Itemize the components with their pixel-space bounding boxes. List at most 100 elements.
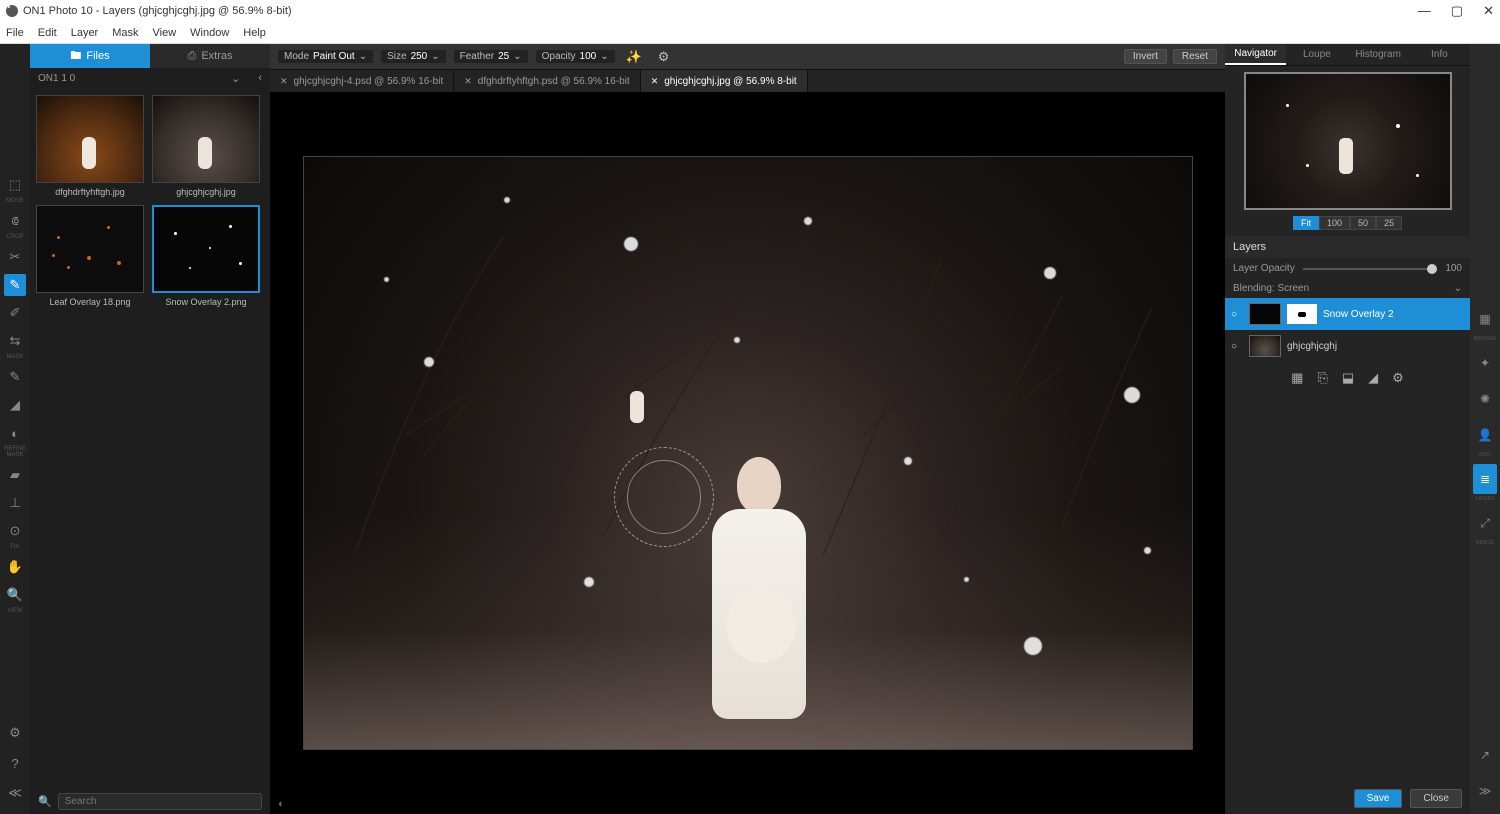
doc-tab-3[interactable]: ✕ghjcghjcghj.jpg @ 56.9% 8-bit [641, 70, 808, 92]
new-layer-icon[interactable]: ▦ [1291, 370, 1303, 386]
reset-button[interactable]: Reset [1173, 49, 1217, 64]
help-icon[interactable]: ? [4, 752, 26, 774]
loupe-tab[interactable]: Loupe [1286, 44, 1347, 65]
save-button[interactable]: Save [1354, 789, 1403, 808]
menu-layer[interactable]: Layer [71, 27, 99, 39]
refine-brush-icon[interactable]: ✎ [4, 366, 26, 388]
blur-tool-icon[interactable]: ◐ [4, 422, 26, 444]
collapse-right-icon[interactable]: ≫ [1473, 776, 1497, 806]
thumb-snow-overlay[interactable]: Snow Overlay 2.png [152, 205, 260, 307]
fill-layer-icon[interactable]: ◢ [1368, 370, 1378, 386]
doc-tab-1[interactable]: ✕ ghjcghjcghj-4.psd @ 56.9% 16-bit [270, 70, 454, 92]
navigator-panel: Fit 100 50 25 [1225, 66, 1470, 236]
breadcrumb: ON1 1 0 ⌄ ‹ [30, 68, 270, 89]
browse-module-icon[interactable]: ▦ [1473, 304, 1497, 334]
search-input[interactable] [58, 793, 262, 810]
close-tab-icon[interactable]: ✕ [651, 76, 659, 87]
thumbnail-label: ghjcghjcghj.jpg [176, 187, 236, 197]
opacity-selector[interactable]: Opacity 100 ⌄ [536, 50, 615, 63]
doc-tab-2[interactable]: ✕dfghdrftyhftgh.psd @ 56.9% 16-bit [454, 70, 640, 92]
layer-mask-thumbnail[interactable] [1287, 304, 1317, 324]
mode-selector[interactable]: Mode Paint Out ⌄ [278, 50, 373, 63]
window-titlebar: ON1 Photo 10 - Layers (ghjcghjcghj.jpg @… [0, 0, 1500, 22]
hand-tool-icon[interactable]: ✋ [4, 556, 26, 578]
thumb-ghjcghjcghj[interactable]: ghjcghjcghj.jpg [152, 95, 260, 197]
zoom-tool-icon[interactable]: 🔍 [4, 584, 26, 606]
close-tab-icon[interactable]: ✕ [464, 76, 472, 87]
adjust-tool-icon[interactable]: ⇆ [4, 330, 26, 352]
window-title: ON1 Photo 10 - Layers (ghjcghjcghj.jpg @… [23, 5, 292, 17]
zoom-25[interactable]: 25 [1376, 216, 1402, 230]
zoom-50[interactable]: 50 [1350, 216, 1376, 230]
feather-selector[interactable]: Feather 25 ⌄ [454, 50, 528, 63]
thumbnail-image [36, 205, 144, 293]
files-tab[interactable]: 🖿Files [30, 44, 150, 68]
scissors-tool-icon[interactable]: ✂ [4, 246, 26, 268]
visibility-eye-icon[interactable]: ○ [1231, 309, 1243, 320]
layer-base-image[interactable]: ○ ghjcghjcghj [1225, 330, 1470, 362]
subject-figure-art [699, 457, 819, 737]
doc-tab-label: ghjcghjcghj-4.psd @ 56.9% 16-bit [294, 76, 444, 87]
menu-mask[interactable]: Mask [112, 27, 138, 39]
move-tool-icon[interactable]: ⬚ [4, 174, 26, 196]
zoom-100[interactable]: 100 [1319, 216, 1350, 230]
layers-header: Layers [1225, 236, 1470, 258]
menu-view[interactable]: View [153, 27, 177, 39]
chevron-down-icon: ⌄ [1454, 283, 1462, 294]
maximize-button[interactable]: ▢ [1451, 3, 1463, 19]
merge-layer-icon[interactable]: ⬓ [1342, 370, 1354, 386]
folder-icon: 🖿 [70, 47, 81, 66]
menu-help[interactable]: Help [243, 27, 266, 39]
share-icon[interactable]: ↗ [1473, 740, 1497, 770]
gear-icon[interactable]: ⚙ [653, 46, 675, 68]
visibility-eye-icon[interactable]: ○ [1231, 341, 1243, 352]
navigator-preview[interactable] [1244, 72, 1452, 210]
size-selector[interactable]: Size 250 ⌄ [381, 50, 446, 63]
menu-file[interactable]: File [6, 27, 24, 39]
edit-module-icon[interactable]: 👤 [1473, 420, 1497, 450]
layers-module-icon[interactable]: ≣ [1473, 464, 1497, 494]
blending-selector[interactable]: Blending: Screen ⌄ [1225, 279, 1470, 298]
zoom-indicator-icon[interactable]: ◐ [278, 798, 285, 810]
duplicate-layer-icon[interactable]: ⎘ [1317, 370, 1327, 386]
histogram-tab[interactable]: Histogram [1348, 44, 1409, 65]
minimize-button[interactable]: — [1418, 3, 1431, 19]
chevron-down-icon[interactable]: ⌄ [231, 72, 240, 85]
perfect-brush-icon[interactable]: ✨ [623, 46, 645, 68]
thumb-leaf-overlay[interactable]: Leaf Overlay 18.png [36, 205, 144, 307]
zoom-fit[interactable]: Fit [1293, 216, 1319, 230]
menu-edit[interactable]: Edit [38, 27, 57, 39]
menu-window[interactable]: Window [190, 27, 229, 39]
close-button[interactable]: Close [1410, 789, 1462, 808]
crop-tool-icon[interactable]: ⟃ [4, 210, 26, 232]
thumbnail-image [152, 95, 260, 183]
collapse-left-icon[interactable]: ≪ [4, 782, 26, 804]
navigator-tab[interactable]: Navigator [1225, 44, 1286, 65]
right-panel: Navigator Loupe Histogram Info Fit 100 5… [1225, 44, 1470, 814]
info-tab[interactable]: Info [1409, 44, 1470, 65]
quick-module-icon[interactable]: ✦ [1473, 348, 1497, 378]
layer-snow-overlay[interactable]: ○ Snow Overlay 2 [1225, 298, 1470, 330]
resize-module-icon[interactable]: ⤢ [1473, 508, 1497, 538]
invert-button[interactable]: Invert [1124, 49, 1167, 64]
settings-gear-icon[interactable]: ⚙ [4, 722, 26, 744]
chisel-tool-icon[interactable]: ◢ [4, 394, 26, 416]
main-canvas[interactable] [303, 156, 1193, 750]
back-icon[interactable]: ‹ [258, 72, 262, 85]
extras-tab[interactable]: ⎙Extras [150, 44, 270, 68]
close-window-button[interactable]: ✕ [1483, 3, 1494, 19]
layer-opacity-slider[interactable] [1303, 268, 1438, 270]
canvas-area: Mode Paint Out ⌄ Size 250 ⌄ Feather 25 ⌄… [270, 44, 1225, 814]
layer-settings-gear-icon[interactable]: ⚙ [1392, 370, 1404, 386]
effects-module-icon[interactable]: ✺ [1473, 384, 1497, 414]
red-eye-tool-icon[interactable]: ⊙ [4, 520, 26, 542]
masking-brush-tool-icon[interactable]: ✎ [4, 274, 26, 296]
breadcrumb-path[interactable]: ON1 1 0 [38, 73, 75, 84]
search-icon: 🔍 [38, 795, 52, 808]
masking-bug-tool-icon[interactable]: ✐ [4, 302, 26, 324]
extras-tab-label: Extras [201, 50, 232, 62]
thumb-dfghdrftyhftgh[interactable]: dfghdrftyhftgh.jpg [36, 95, 144, 197]
stamp-tool-icon[interactable]: ⊥ [4, 492, 26, 514]
close-tab-icon[interactable]: ✕ [280, 76, 288, 87]
eraser-tool-icon[interactable]: ▰ [4, 464, 26, 486]
